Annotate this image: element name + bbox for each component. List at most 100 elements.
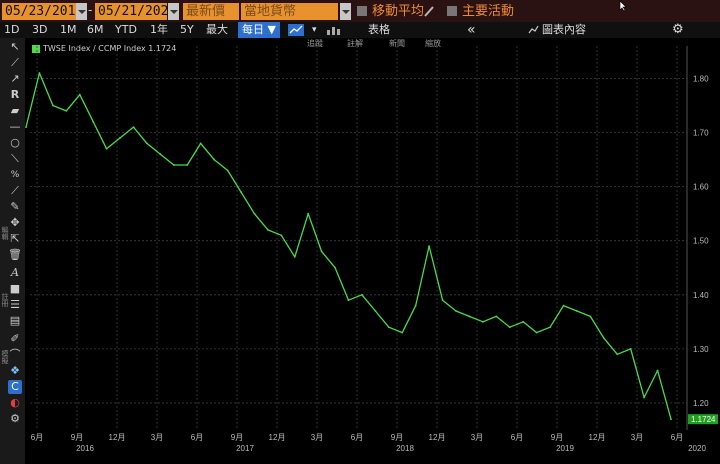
pencil-tool-icon[interactable]: ✐: [8, 332, 22, 346]
data-point: [387, 326, 390, 329]
data-point: [320, 250, 323, 253]
data-point: [670, 418, 672, 421]
data-point: [78, 93, 81, 96]
period-6m[interactable]: 6M: [87, 22, 104, 38]
line-tool-icon[interactable]: ⟋: [8, 56, 22, 70]
moving-average-checkbox[interactable]: [357, 6, 367, 16]
fibonacci-tool-icon[interactable]: ⟋: [8, 184, 22, 198]
data-point: [186, 164, 189, 166]
chart-content-tab[interactable]: 圖表內容: [542, 22, 586, 38]
list-tool-icon[interactable]: ☰: [8, 298, 22, 312]
line-chart-icon[interactable]: [288, 24, 304, 36]
x-tick-label: 6月: [351, 433, 363, 442]
table-tab[interactable]: 表格: [368, 22, 390, 38]
table-tool-icon[interactable]: ▤: [8, 314, 22, 328]
data-point: [199, 142, 202, 145]
data-point: [643, 396, 646, 399]
data-point: [481, 320, 484, 323]
data-point: [455, 310, 457, 312]
segment-tool-icon[interactable]: ⟍: [8, 152, 22, 166]
period-5y[interactable]: 5Y: [180, 22, 194, 38]
arrow-cursor-icon[interactable]: ↖: [8, 40, 22, 54]
register-vertical-label: 註冊: [1, 293, 9, 307]
end-date-dropdown[interactable]: [168, 3, 179, 20]
move-tool-icon[interactable]: ✥: [8, 216, 22, 230]
x-tick-label: 9月: [231, 433, 243, 442]
interval-select[interactable]: 每日 ▼: [238, 22, 280, 38]
edit-vertical-label: 編輯: [1, 226, 9, 240]
period-max[interactable]: 最大: [206, 22, 228, 38]
currency-dropdown[interactable]: [340, 3, 351, 20]
period-1y[interactable]: 1年: [150, 22, 168, 38]
data-point: [293, 256, 296, 258]
data-point: [361, 293, 363, 296]
data-point: [495, 315, 498, 318]
settings-tool-icon[interactable]: ⚙: [8, 412, 22, 426]
circle-tool-icon[interactable]: ○: [8, 136, 22, 150]
key-events-label: 主要活動: [462, 4, 515, 19]
data-point: [347, 299, 350, 302]
pen-tool-icon[interactable]: ✎: [8, 200, 22, 214]
bar-chart-icon[interactable]: [325, 24, 341, 36]
data-point: [119, 137, 121, 139]
text-tool-icon[interactable]: A: [8, 266, 22, 280]
end-date-field[interactable]: 05/21/2020: [95, 3, 176, 20]
data-point: [213, 158, 216, 161]
data-point: [25, 126, 27, 129]
x-tick-label: 12月: [269, 433, 286, 442]
price-field-select[interactable]: 最新價: [183, 3, 239, 20]
data-point: [549, 326, 551, 329]
data-point: [65, 110, 68, 112]
ray-tool-icon[interactable]: R: [8, 88, 22, 102]
currency-select[interactable]: 當地貨幣: [241, 3, 338, 20]
data-point: [307, 212, 310, 215]
collapse-button[interactable]: «: [467, 22, 476, 38]
trash-icon[interactable]: 🗑: [8, 248, 22, 262]
data-point: [629, 347, 632, 350]
data-point: [508, 326, 511, 329]
y-tick-label: 1.60: [693, 183, 709, 192]
period-1m[interactable]: 1M: [60, 22, 77, 38]
x-tick-label: 9月: [71, 433, 83, 442]
line-chart[interactable]: 1.20 1.30 1.40 1.50 1.60 1.70 1.80 6月 9月 12月 3月 6月 9…: [25, 38, 720, 464]
x-tick-label: 12月: [429, 433, 446, 442]
x-tick-label: 3月: [151, 433, 163, 442]
refresh-icon[interactable]: C: [8, 380, 22, 394]
data-point: [226, 169, 229, 172]
data-point: [589, 315, 592, 318]
x-year-label: 2020: [688, 444, 706, 453]
data-point: [266, 228, 269, 231]
period-3d[interactable]: 3D: [32, 22, 47, 38]
period-ytd[interactable]: YTD: [115, 22, 137, 38]
brush-tool-icon[interactable]: ⌒: [8, 348, 22, 362]
data-point: [535, 331, 538, 334]
period-toolbar: 1D 3D 1M 6M YTD 1年 5Y 最大 每日 ▼ ▾ 表格 « 圖表內…: [0, 22, 720, 38]
drawing-toolbar: ↖ ⟋ ↗ R ▰ — ○ ⟍ % ⟋ ✎ ✥ ⇱ 🗑 A ■ ☰ ▤ ✐ ⌒ …: [0, 38, 25, 464]
data-point: [132, 126, 135, 129]
horizontal-line-icon[interactable]: —: [8, 120, 22, 134]
y-tick-label: 1.30: [693, 345, 709, 354]
series-line: [25, 72, 672, 420]
bookmark-icon[interactable]: ❖: [8, 364, 22, 378]
percent-tool-icon[interactable]: %: [8, 168, 22, 182]
data-point: [656, 369, 659, 372]
start-date-field[interactable]: 05/23/2016: [2, 3, 83, 20]
data-point: [92, 120, 95, 123]
chart-type-dropdown[interactable]: ▾: [312, 22, 317, 38]
data-point: [468, 315, 471, 318]
x-tick-label: 6月: [31, 433, 43, 442]
gear-icon[interactable]: ⚙: [672, 22, 684, 38]
rectangle-tool-icon[interactable]: ■: [8, 282, 22, 296]
period-1d[interactable]: 1D: [4, 22, 19, 38]
palette-icon[interactable]: ◐: [8, 396, 22, 410]
simulate-vertical-label: 模擬: [1, 350, 9, 364]
start-date-dropdown[interactable]: [76, 3, 87, 20]
select-tool-icon[interactable]: ⇱: [8, 232, 22, 246]
key-events-checkbox[interactable]: [447, 6, 457, 16]
x-tick-label: 12月: [109, 433, 126, 442]
x-tick-label: 3月: [311, 433, 323, 442]
trend-line-icon[interactable]: ↗: [8, 72, 22, 86]
channel-tool-icon[interactable]: ▰: [8, 104, 22, 118]
pencil-icon[interactable]: [424, 5, 434, 17]
x-year-label: 2019: [556, 444, 574, 453]
